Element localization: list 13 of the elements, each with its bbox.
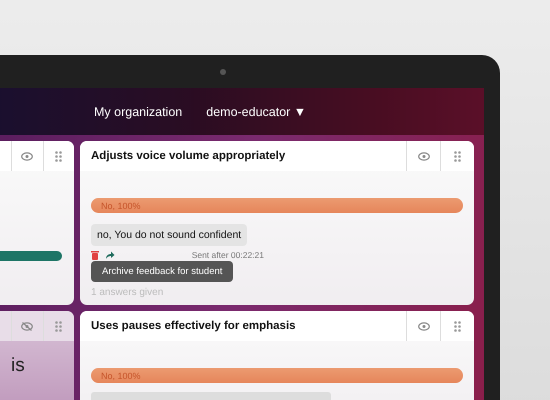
result-bar: No, 100%	[91, 368, 463, 383]
feedback-message: no, You do not sound confident	[91, 224, 248, 246]
nav-link[interactable]: My organization	[94, 104, 182, 118]
camera-icon	[220, 68, 226, 74]
share-arrow-icon[interactable]	[105, 250, 115, 258]
result-bar: No, 100%	[91, 198, 463, 213]
card-title: Adjusts voice volume appropriately	[90, 150, 286, 162]
tooltip: Archive feedback for student	[91, 261, 234, 282]
trash-icon[interactable]	[91, 250, 99, 260]
sent-time: Sent after 00:22:21	[192, 250, 264, 260]
card-text: is	[11, 355, 26, 377]
card-title: Uses pauses effectively for emphasis	[90, 320, 297, 332]
nav-link[interactable]: demo-educator ▼	[206, 104, 306, 118]
